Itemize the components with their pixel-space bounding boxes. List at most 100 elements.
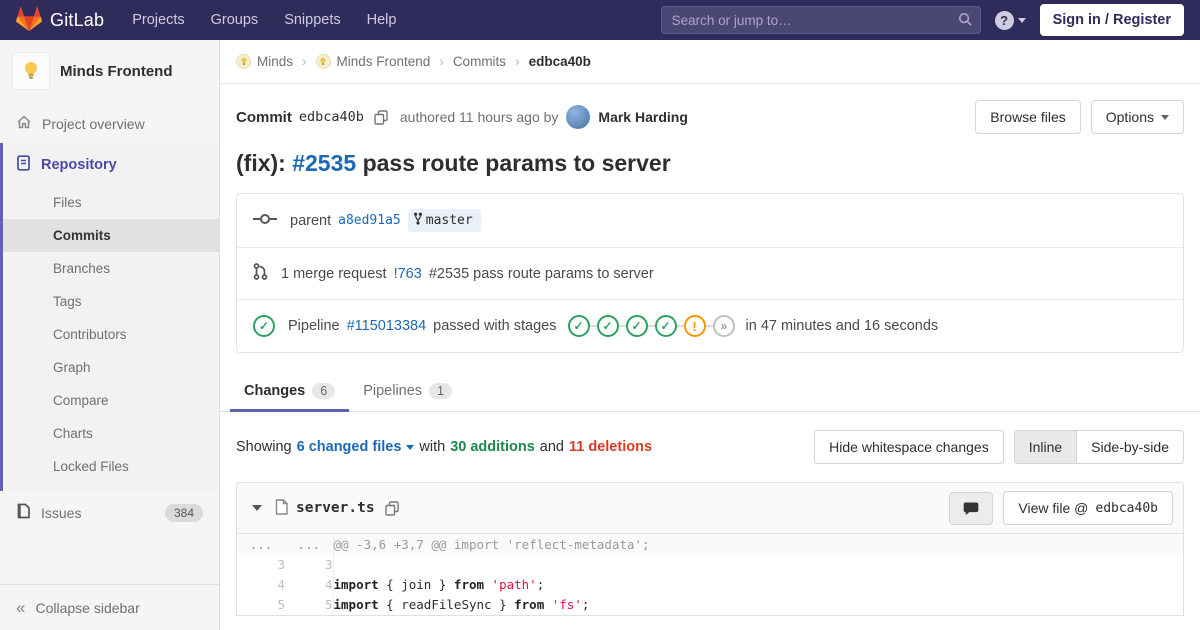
file-diff-header: server.ts View file @ edbca40b [237,483,1183,534]
main-content: Minds › Minds Frontend › Commits › edbca… [220,40,1200,630]
pipeline-status-icon[interactable]: ✓ [253,315,275,337]
comment-icon [964,502,979,515]
group-avatar [236,54,251,69]
view-file-button[interactable]: View file @ edbca40b [1003,491,1173,525]
nav-menu: Projects Groups Snippets Help [132,12,396,28]
sidebar-item-issues[interactable]: Issues 384 [0,491,219,534]
search-icon[interactable] [958,12,973,30]
pipeline-label: Pipeline [288,318,340,334]
nav-projects[interactable]: Projects [132,12,184,28]
sidebar-item-compare[interactable]: Compare [3,384,219,417]
new-line-number[interactable]: 4 [285,575,334,595]
old-line-number[interactable]: 4 [237,575,285,595]
collapse-diff-caret-icon[interactable] [252,505,262,511]
issue-link[interactable]: #2535 [292,150,356,176]
diff-controls: Showing 6 changed files with 30 addition… [220,412,1200,482]
toggle-comments-button[interactable] [949,491,994,525]
breadcrumb-group[interactable]: Minds [236,54,293,69]
gitlab-logo[interactable]: GitLab [15,6,104,34]
commit-header: Commit edbca40b authored 11 hours ago by… [220,84,1200,134]
stage-skipped-icon[interactable]: » [712,315,735,337]
inline-view-button[interactable]: Inline [1013,430,1078,464]
sidebar-item-label: Project overview [42,115,145,132]
sidebar-item-project-overview[interactable]: Project overview [0,104,219,143]
sidebar-item-tags[interactable]: Tags [3,285,219,318]
hunk-header-text: @@ -3,6 +3,7 @@ import 'reflect-metadata… [333,534,1183,555]
sidebar-item-branches[interactable]: Branches [3,252,219,285]
pipelines-count-badge: 1 [429,383,452,399]
copy-file-path-button[interactable] [383,499,401,518]
search-input[interactable] [660,6,981,34]
repository-section: Repository Files Commits Branches Tags C… [0,143,219,491]
sign-in-button[interactable]: Sign in / Register [1039,4,1184,36]
breadcrumb-current-sha: edbca40b [528,54,591,69]
diff-table: ... ... @@ -3,6 +3,7 @@ import 'reflect-… [237,534,1183,615]
sidebar-item-commits[interactable]: Commits [3,219,219,252]
old-line-number[interactable]: 5 [237,595,285,615]
deletions-count: 11 deletions [569,439,653,455]
sidebar-item-graph[interactable]: Graph [3,351,219,384]
file-name[interactable]: server.ts [296,500,375,516]
nav-help[interactable]: Help [367,12,397,28]
sidebar-item-charts[interactable]: Charts [3,417,219,450]
options-dropdown-button[interactable]: Options [1090,100,1184,134]
parent-sha-link[interactable]: a8ed91a5 [338,213,401,228]
mr-ref-link[interactable]: !763 [394,266,422,282]
stage-success-icon[interactable]: ✓ [625,315,648,337]
project-name: Minds Frontend [60,62,173,80]
changed-files-dropdown[interactable]: 6 changed files [297,439,415,455]
breadcrumb: Minds › Minds Frontend › Commits › edbca… [220,40,1200,84]
mr-title: #2535 pass route params to server [428,265,654,282]
author-avatar[interactable] [566,105,591,129]
code-line: import { join } from 'path'; [333,577,545,592]
code-line: import { readFileSync } from 'fs'; [333,597,590,612]
copy-sha-button[interactable] [372,108,390,127]
author-name[interactable]: Mark Harding [598,109,687,125]
commit-icon [253,212,277,230]
commit-title: (fix): #2535 pass route params to server [236,150,671,176]
breadcrumb-commits[interactable]: Commits [453,54,506,69]
pipeline-id-link[interactable]: #115013384 [347,318,427,334]
browse-files-button[interactable]: Browse files [975,100,1081,134]
stage-success-icon[interactable]: ✓ [596,315,619,337]
pipeline-row: ✓ Pipeline #115013384 passed with stages… [237,299,1183,352]
diff-line: 5 5 import { readFileSync } from 'fs'; [237,595,1183,615]
sidebar-item-label: Repository [41,156,117,173]
sidebar-item-contributors[interactable]: Contributors [3,318,219,351]
new-line-number[interactable]: 3 [285,555,334,575]
changes-count-badge: 6 [312,383,336,399]
stage-success-icon[interactable]: ✓ [567,315,590,337]
mr-count-text: 1 merge request [281,265,387,282]
question-icon: ? [994,10,1014,30]
tab-changes[interactable]: Changes 6 [230,371,350,412]
stage-warning-icon[interactable]: ! [683,315,706,337]
pipeline-mini-graph: ✓ ✓ ✓ ✓ ! » [567,315,735,337]
breadcrumb-project[interactable]: Minds Frontend [315,54,430,69]
sidebar-item-repository[interactable]: Repository [3,143,219,186]
project-context[interactable]: Minds Frontend [0,40,219,104]
diff-stats: Showing 6 changed files with 30 addition… [236,439,653,455]
chevron-down-icon [406,444,415,450]
issues-count-badge: 384 [164,503,203,522]
code-line [333,555,1183,575]
side-by-side-view-button[interactable]: Side-by-side [1076,430,1184,464]
tab-pipelines[interactable]: Pipelines 1 [349,371,466,411]
help-dropdown[interactable]: ? [994,10,1026,30]
sidebar-item-locked-files[interactable]: Locked Files [3,450,219,483]
old-line-number[interactable]: 3 [237,555,285,575]
sidebar-item-files[interactable]: Files [3,186,219,219]
project-sidebar: Minds Frontend Project overview Reposito… [0,40,220,630]
sidebar-item-label: Issues [41,504,82,521]
hide-whitespace-button[interactable]: Hide whitespace changes [814,430,1004,464]
nav-groups[interactable]: Groups [211,12,259,28]
collapse-sidebar-label: Collapse sidebar [35,599,140,616]
hunk-header-row: ... ... @@ -3,6 +3,7 @@ import 'reflect-… [237,534,1183,555]
chevron-down-icon [1017,17,1026,23]
commit-info-box: parent a8ed91a5 master 1 merge request !… [236,193,1184,353]
new-line-number[interactable]: 5 [285,595,334,615]
stage-success-icon[interactable]: ✓ [654,315,677,337]
branch-badge[interactable]: master [407,209,481,232]
parent-row: parent a8ed91a5 master [237,194,1183,247]
nav-snippets[interactable]: Snippets [284,12,340,28]
collapse-sidebar-button[interactable]: « Collapse sidebar [0,584,219,630]
